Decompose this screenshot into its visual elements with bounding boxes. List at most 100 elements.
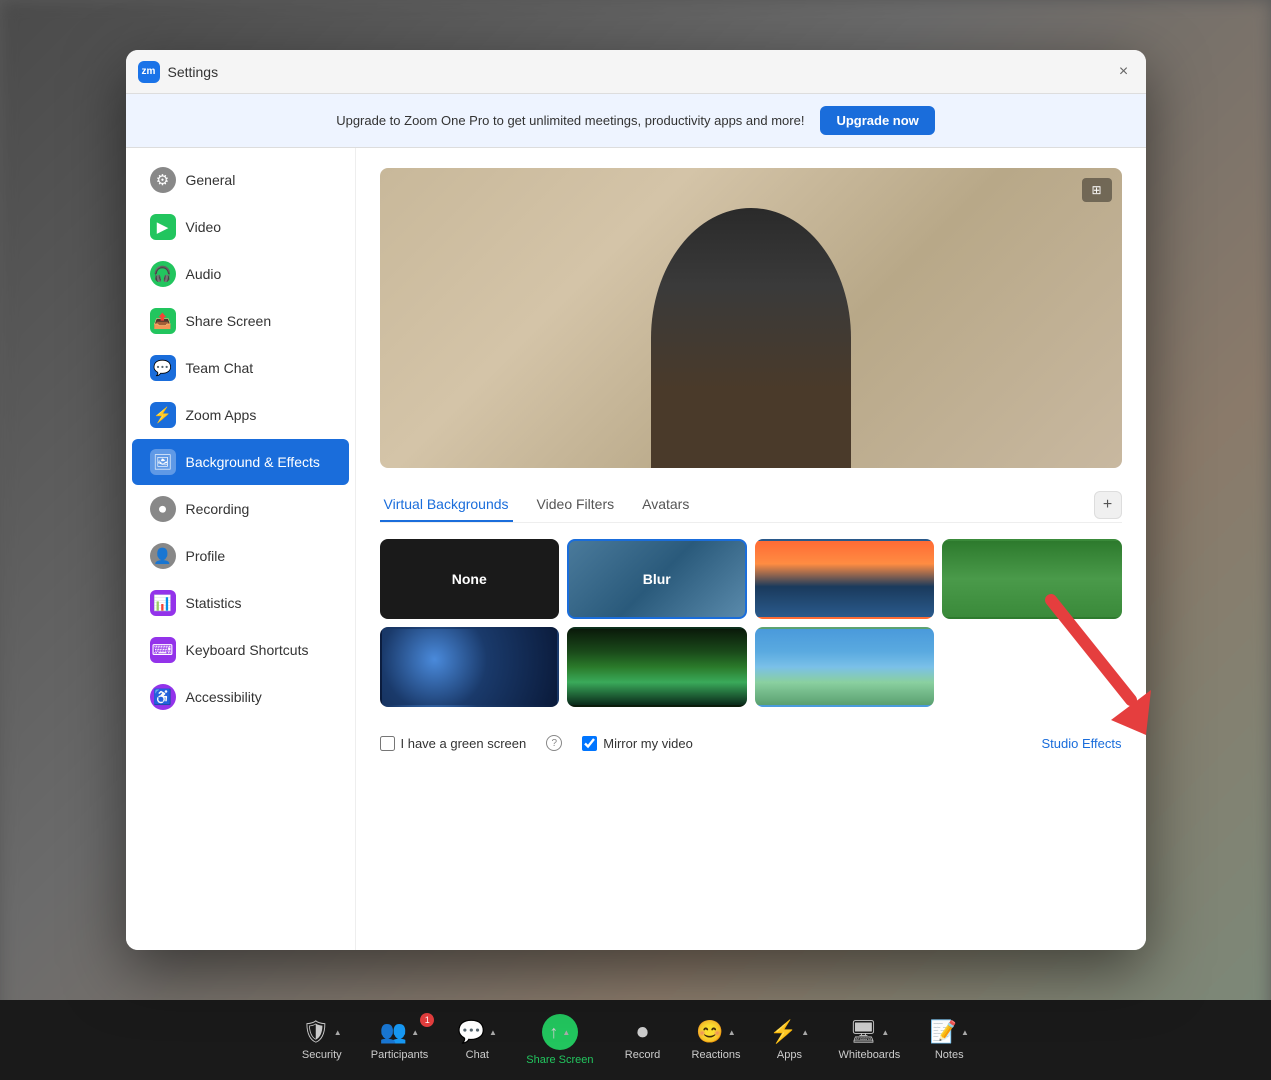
sidebar-item-accessibility[interactable]: ♿ Accessibility <box>132 674 349 720</box>
taskbar-security[interactable]: 🛡▲ Security <box>287 1011 357 1069</box>
background-earth[interactable] <box>380 627 560 707</box>
sidebar-icon-background-effects: 🖼 <box>150 449 176 475</box>
sidebar-icon-video: ▶ <box>150 214 176 240</box>
whiteboards-label: Whiteboards <box>838 1049 900 1061</box>
mirror-video-option[interactable]: Mirror my video <box>582 736 693 751</box>
security-label: Security <box>302 1049 342 1061</box>
sidebar-item-background-effects[interactable]: 🖼 Background & Effects <box>132 439 349 485</box>
sidebar-label-zoom-apps: Zoom Apps <box>186 407 257 423</box>
participants-badge: 1 <box>420 1013 434 1027</box>
sidebar-item-zoom-apps[interactable]: ⚡ Zoom Apps <box>132 392 349 438</box>
sidebar-item-audio[interactable]: 🎧 Audio <box>132 251 349 297</box>
sidebar-label-team-chat: Team Chat <box>186 360 254 376</box>
sidebar-label-background-effects: Background & Effects <box>186 454 320 470</box>
sidebar-label-video: Video <box>186 219 222 235</box>
sidebar-item-share-screen[interactable]: 📤 Share Screen <box>132 298 349 344</box>
record-label: Record <box>625 1049 660 1061</box>
background-beach[interactable] <box>755 627 935 707</box>
sidebar-label-accessibility: Accessibility <box>186 689 262 705</box>
mirror-video-label: Mirror my video <box>603 736 693 751</box>
apps-icon: ⚡▲ <box>770 1019 809 1045</box>
sidebar-label-recording: Recording <box>186 501 250 517</box>
taskbar-whiteboards[interactable]: 🖥▲ Whiteboards <box>824 1011 914 1069</box>
tab-avatars[interactable]: Avatars <box>638 488 693 522</box>
background-bridge[interactable] <box>755 539 935 619</box>
sidebar: ⚙General ▶ Video 🎧 Audio 📤 Share Screen 💬 Team C… <box>126 148 356 950</box>
chat-label: Chat <box>466 1049 489 1061</box>
green-screen-label: I have a green screen <box>401 736 527 751</box>
security-icon: 🛡▲ <box>302 1019 342 1045</box>
whiteboards-icon: 🖥▲ <box>849 1019 889 1045</box>
sidebar-label-share-screen: Share Screen <box>186 313 272 329</box>
preview-toggle-button[interactable]: ⊞ <box>1082 178 1112 202</box>
participants-label: Participants <box>371 1049 428 1061</box>
upgrade-button[interactable]: Upgrade now <box>820 106 934 135</box>
sidebar-label-audio: Audio <box>186 266 222 282</box>
background-grass[interactable] <box>942 539 1122 619</box>
tab-virtual-backgrounds[interactable]: Virtual Backgrounds <box>380 488 513 522</box>
sidebar-icon-statistics: 📊 <box>150 590 176 616</box>
background-blur[interactable]: Blur <box>567 539 747 619</box>
title-bar: zm Settings × <box>126 50 1146 94</box>
green-screen-checkbox[interactable] <box>380 736 395 751</box>
sidebar-label-profile: Profile <box>186 548 226 564</box>
share-screen-icon: ↑▲ <box>542 1014 578 1050</box>
taskbar-notes[interactable]: 📝▲ Notes <box>914 1011 984 1069</box>
green-screen-help-icon[interactable]: ? <box>546 735 562 751</box>
tabs-container: Virtual Backgrounds Video Filters Avatar… <box>380 488 1122 523</box>
sidebar-icon-accessibility: ♿ <box>150 684 176 710</box>
record-icon: ⏺ <box>637 1019 648 1045</box>
banner-text: Upgrade to Zoom One Pro to get unlimited… <box>336 113 804 128</box>
green-screen-option[interactable]: I have a green screen <box>380 736 527 751</box>
participants-icon: 👥▲ <box>380 1019 419 1045</box>
upgrade-banner: Upgrade to Zoom One Pro to get unlimited… <box>126 94 1146 148</box>
sidebar-icon-zoom-apps: ⚡ <box>150 402 176 428</box>
background-aurora[interactable] <box>567 627 747 707</box>
share-screen-label: Share Screen <box>526 1054 593 1066</box>
taskbar-reactions[interactable]: 😊▲ Reactions <box>678 1011 755 1069</box>
sidebar-item-team-chat[interactable]: 💬 Team Chat <box>132 345 349 391</box>
background-grid: None Blur <box>380 539 1122 707</box>
sidebar-icon-audio: 🎧 <box>150 261 176 287</box>
main-panel: ⊞ Virtual Backgrounds Video Filters Avat… <box>356 148 1146 950</box>
sidebar-item-recording[interactable]: ⏺ Recording <box>132 486 349 532</box>
sidebar-icon-share-screen: 📤 <box>150 308 176 334</box>
tab-video-filters[interactable]: Video Filters <box>533 488 619 522</box>
sidebar-item-statistics[interactable]: 📊 Statistics <box>132 580 349 626</box>
mirror-video-checkbox[interactable] <box>582 736 597 751</box>
notes-label: Notes <box>935 1049 964 1061</box>
video-preview: ⊞ <box>380 168 1122 468</box>
video-silhouette <box>651 208 851 468</box>
reactions-icon: 😊▲ <box>696 1019 735 1045</box>
reactions-label: Reactions <box>692 1049 741 1061</box>
sidebar-icon-general: ⚙ <box>150 167 176 193</box>
sidebar-item-general[interactable]: ⚙General <box>132 157 349 203</box>
sidebar-icon-profile: 👤 <box>150 543 176 569</box>
studio-effects-link[interactable]: Studio Effects <box>1042 736 1122 751</box>
background-none-label: None <box>382 541 558 617</box>
settings-window: zm Settings × Upgrade to Zoom One Pro to… <box>126 50 1146 950</box>
sidebar-item-video[interactable]: ▶ Video <box>132 204 349 250</box>
add-background-button[interactable]: + <box>1094 491 1122 519</box>
background-none[interactable]: None <box>380 539 560 619</box>
chat-icon: 💬▲ <box>458 1019 497 1045</box>
taskbar: 🛡▲ Security 👥▲ Participants 1 💬▲ Chat ↑▲… <box>0 1000 1271 1080</box>
taskbar-participants[interactable]: 👥▲ Participants 1 <box>357 1011 442 1069</box>
sidebar-item-profile[interactable]: 👤 Profile <box>132 533 349 579</box>
close-button[interactable]: × <box>1114 62 1134 82</box>
sidebar-item-keyboard-shortcuts[interactable]: ⌨Keyboard Shortcuts <box>132 627 349 673</box>
sidebar-label-statistics: Statistics <box>186 595 242 611</box>
taskbar-chat[interactable]: 💬▲ Chat <box>442 1011 512 1069</box>
window-title: Settings <box>168 64 1114 80</box>
sidebar-icon-recording: ⏺ <box>150 496 176 522</box>
taskbar-apps[interactable]: ⚡▲ Apps <box>754 1011 824 1069</box>
taskbar-record[interactable]: ⏺ Record <box>608 1011 678 1069</box>
sidebar-label-keyboard-shortcuts: Keyboard Shortcuts <box>186 642 309 658</box>
background-blur-label: Blur <box>569 541 745 617</box>
sidebar-icon-team-chat: 💬 <box>150 355 176 381</box>
apps-label: Apps <box>777 1049 802 1061</box>
taskbar-share-screen[interactable]: ↑▲ Share Screen <box>512 1006 607 1074</box>
zoom-logo: zm <box>138 61 160 83</box>
notes-icon: 📝▲ <box>930 1019 969 1045</box>
bottom-options: I have a green screen ? Mirror my video … <box>380 727 1122 751</box>
